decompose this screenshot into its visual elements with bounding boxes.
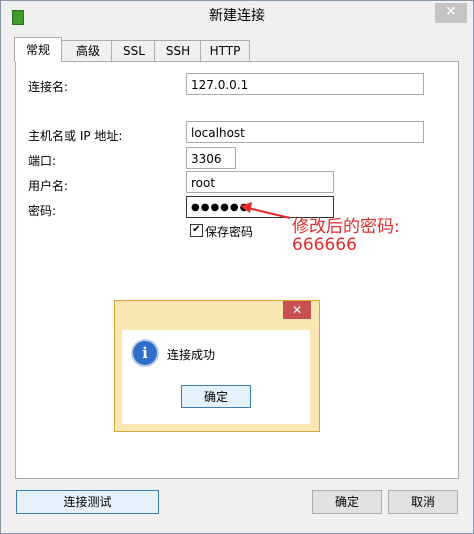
info-icon: i [131, 339, 159, 367]
cancel-button[interactable]: 取消 [388, 490, 458, 514]
tab-ssh[interactable]: SSH [154, 40, 202, 61]
save-password-checkbox[interactable]: ✔ [190, 224, 203, 237]
dialog-ok-button[interactable]: 确定 [181, 385, 251, 408]
ok-button[interactable]: 确定 [312, 490, 382, 514]
annotation-arrow [240, 202, 291, 219]
annotation-password: 666666 [292, 235, 357, 255]
host-label: 主机名或 IP 地址: [28, 129, 123, 143]
user-input[interactable]: root [186, 171, 334, 193]
window-close-button[interactable]: ✕ [435, 3, 467, 23]
connection-name-label: 连接名: [28, 80, 69, 94]
window-title: 新建连接 [209, 8, 265, 24]
user-label: 用户名: [28, 179, 69, 193]
tab-general[interactable]: 常规 [14, 37, 62, 62]
port-input[interactable]: 3306 [186, 147, 236, 169]
title-bar: 新建连接 ✕ [1, 1, 473, 32]
tab-advanced[interactable]: 高级 [61, 40, 115, 61]
connection-name-input[interactable]: 127.0.0.1 [186, 73, 424, 95]
host-input[interactable]: localhost [186, 121, 424, 143]
tab-http[interactable]: HTTP [200, 40, 250, 61]
password-label: 密码: [28, 204, 57, 218]
dialog-message: 连接成功 [167, 348, 216, 362]
save-password-label: 保存密码 [205, 225, 254, 239]
port-label: 端口: [28, 154, 57, 168]
dialog-close-button[interactable]: ✕ [283, 301, 311, 319]
annotation-text: 修改后的密码: [292, 217, 400, 237]
tab-ssl[interactable]: SSL [111, 40, 157, 61]
test-connection-button[interactable]: 连接测试 [16, 490, 159, 514]
